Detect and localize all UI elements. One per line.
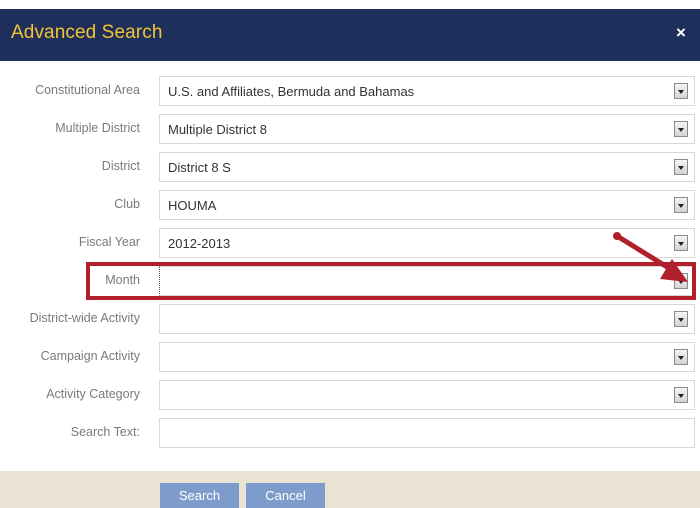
field-label: District-wide Activity	[29, 311, 140, 325]
search-button[interactable]: Search	[160, 483, 239, 508]
dropdown-arrow-icon[interactable]	[674, 235, 688, 251]
field-label: Constitutional Area	[35, 83, 140, 97]
row-district-wide-activity: District-wide Activity	[0, 304, 700, 334]
dropdown-arrow-icon[interactable]	[674, 349, 688, 365]
row-club: Club HOUMA	[0, 190, 700, 220]
search-text-input[interactable]	[159, 418, 695, 448]
row-campaign-activity: Campaign Activity	[0, 342, 700, 372]
dropdown-arrow-icon[interactable]	[674, 387, 688, 403]
select-value: HOUMA	[168, 198, 217, 213]
field-label: Search Text:	[70, 425, 140, 439]
field-label: District	[101, 159, 140, 173]
district-select[interactable]: District 8 S	[159, 152, 695, 182]
advanced-search-dialog: Advanced Search × Constitutional Area U.…	[0, 0, 700, 508]
activity-category-select[interactable]	[159, 380, 695, 410]
dropdown-arrow-icon[interactable]	[674, 121, 688, 137]
dialog-title: Advanced Search	[11, 22, 163, 43]
district-wide-activity-select[interactable]	[159, 304, 695, 334]
field-label: Campaign Activity	[40, 349, 140, 363]
row-search-text: Search Text:	[0, 418, 700, 448]
club-select[interactable]: HOUMA	[159, 190, 695, 220]
row-constitutional-area: Constitutional Area U.S. and Affiliates,…	[0, 76, 700, 106]
dropdown-arrow-icon[interactable]	[674, 197, 688, 213]
campaign-activity-select[interactable]	[159, 342, 695, 372]
row-fiscal-year: Fiscal Year 2012-2013	[0, 228, 700, 258]
field-label: Activity Category	[46, 387, 140, 401]
row-activity-category: Activity Category	[0, 380, 700, 410]
dialog-footer: Search Cancel	[0, 471, 700, 508]
cancel-button[interactable]: Cancel	[246, 483, 325, 508]
fiscal-year-select[interactable]: 2012-2013	[159, 228, 695, 258]
row-multiple-district: Multiple District Multiple District 8	[0, 114, 700, 144]
close-icon[interactable]: ×	[671, 22, 691, 44]
select-value: U.S. and Affiliates, Bermuda and Bahamas	[168, 84, 415, 99]
field-label: Multiple District	[55, 121, 140, 135]
select-value: Multiple District 8	[168, 122, 267, 137]
field-label: Fiscal Year	[78, 235, 140, 249]
select-value: District 8 S	[168, 160, 231, 175]
dropdown-arrow-icon[interactable]	[674, 159, 688, 175]
dialog-titlebar: Advanced Search ×	[0, 9, 700, 61]
dropdown-arrow-icon[interactable]	[674, 83, 688, 99]
dropdown-arrow-icon[interactable]	[674, 311, 688, 327]
row-district: District District 8 S	[0, 152, 700, 182]
month-highlight-box	[86, 262, 696, 300]
constitutional-area-select[interactable]: U.S. and Affiliates, Bermuda and Bahamas	[159, 76, 695, 106]
select-value: 2012-2013	[168, 236, 231, 251]
field-label: Club	[114, 197, 140, 211]
multiple-district-select[interactable]: Multiple District 8	[159, 114, 695, 144]
